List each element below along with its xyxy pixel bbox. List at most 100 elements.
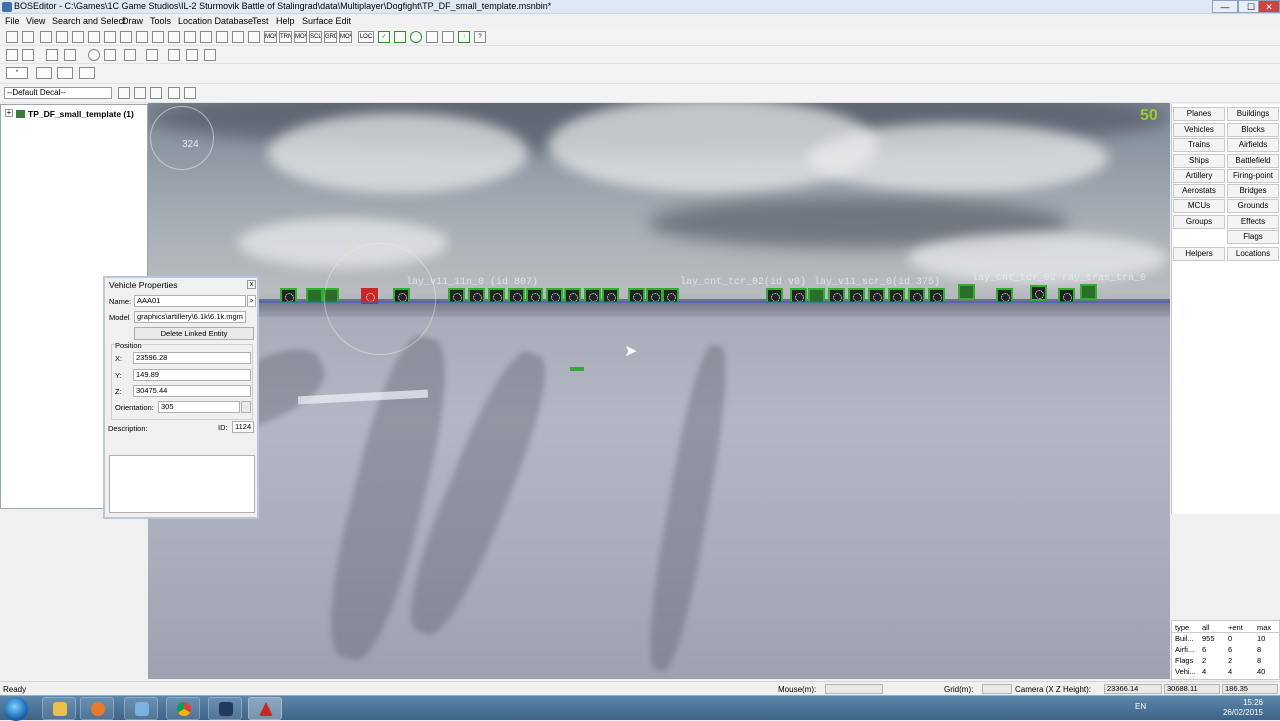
forward-icon[interactable]: [79, 67, 95, 79]
artillery-button[interactable]: Artillery: [1173, 169, 1225, 183]
paste-icon[interactable]: [40, 31, 52, 43]
help-icon[interactable]: ?: [474, 31, 486, 43]
plus-icon[interactable]: [146, 49, 158, 61]
flag-icon[interactable]: [200, 31, 212, 43]
flags-button[interactable]: Flags: [1227, 230, 1279, 244]
brush-alt-icon[interactable]: [186, 49, 198, 61]
building-icon[interactable]: [958, 284, 975, 300]
move-z-tool-icon[interactable]: MOV: [294, 31, 307, 43]
helpers-button[interactable]: Helpers: [1173, 247, 1225, 261]
effects-button[interactable]: Effects: [1227, 215, 1279, 229]
image-icon[interactable]: [46, 49, 58, 61]
airfields-button[interactable]: Airfields: [1227, 138, 1279, 152]
building-icon[interactable]: [1080, 284, 1097, 300]
menu-draw[interactable]: Draw: [122, 16, 143, 26]
menu-search-select[interactable]: Search and Select: [52, 16, 126, 26]
cut-icon[interactable]: [6, 31, 18, 43]
photoshop-taskbar-button[interactable]: [208, 697, 242, 720]
copy-icon[interactable]: [22, 31, 34, 43]
delete-linked-entity-button[interactable]: Delete Linked Entity: [134, 327, 254, 340]
node-icon[interactable]: [6, 49, 18, 61]
trains-button[interactable]: Trains: [1173, 138, 1225, 152]
arrow-up-icon[interactable]: ↑: [458, 31, 470, 43]
select-icon[interactable]: [120, 31, 132, 43]
media-taskbar-button[interactable]: [80, 697, 114, 720]
grid-icon[interactable]: [136, 31, 148, 43]
language-indicator[interactable]: EN: [1135, 702, 1146, 711]
battlefield-button[interactable]: Battlefield: [1227, 154, 1279, 168]
balance-icon[interactable]: [442, 31, 454, 43]
y-field[interactable]: 149.89: [133, 369, 251, 381]
location-tool-icon[interactable]: LOC: [358, 31, 374, 43]
wrench-icon[interactable]: [22, 49, 34, 61]
vehicle-marker[interactable]: [570, 367, 584, 371]
brush-icon[interactable]: [168, 49, 180, 61]
move-all-tool-icon[interactable]: MOV: [339, 31, 352, 43]
dot-icon[interactable]: [410, 31, 422, 43]
menu-location-database[interactable]: Location Database: [178, 16, 253, 26]
download-icon[interactable]: [56, 31, 68, 43]
menu-view[interactable]: View: [26, 16, 45, 26]
decal-select[interactable]: --Default Decal--: [4, 87, 112, 99]
ground-tool-icon[interactable]: GRD: [324, 31, 337, 43]
menu-tools[interactable]: Tools: [150, 16, 171, 26]
start-button[interactable]: [4, 697, 28, 721]
system-clock[interactable]: 15:26 26/02/2015: [1213, 698, 1263, 718]
z-field[interactable]: 30475.44: [133, 385, 251, 397]
mcus-button[interactable]: MCUs: [1173, 199, 1225, 213]
buildings-button[interactable]: Buildings: [1227, 107, 1279, 121]
asterisk-icon[interactable]: *: [6, 67, 28, 79]
tree-root[interactable]: TP_DF_small_template (1): [28, 109, 134, 119]
x-field[interactable]: 23596.28: [133, 352, 251, 364]
app-taskbar-button[interactable]: [124, 697, 158, 720]
frame-icon[interactable]: [152, 31, 164, 43]
menu-test[interactable]: Test: [252, 16, 269, 26]
circle-icon[interactable]: [88, 49, 100, 61]
font-icon[interactable]: [72, 31, 84, 43]
close-button[interactable]: ✕: [1258, 0, 1280, 13]
stack-icon[interactable]: [150, 87, 162, 99]
chrome-taskbar-button[interactable]: [166, 697, 200, 720]
scale-tool-icon[interactable]: SCL: [309, 31, 322, 43]
model-field[interactable]: graphics\artillery\6.1k\6.1k.mgm: [134, 311, 246, 323]
vehicles-button[interactable]: Vehicles: [1173, 123, 1225, 137]
close-small-icon[interactable]: [204, 49, 216, 61]
link-icon[interactable]: [168, 31, 180, 43]
turn-tool-icon[interactable]: TRN: [279, 31, 292, 43]
panel-close-button[interactable]: x: [247, 280, 256, 289]
menu-help[interactable]: Help: [276, 16, 295, 26]
planes-button[interactable]: Planes: [1173, 107, 1225, 121]
grid-view-icon[interactable]: [118, 87, 130, 99]
check-icon[interactable]: ✓: [378, 31, 390, 43]
menu-surface-edit[interactable]: Surface Edit: [302, 16, 351, 26]
vehicle-icon[interactable]: [1030, 285, 1047, 301]
bridges-button[interactable]: Bridges: [1227, 184, 1279, 198]
name-field[interactable]: AAA01: [134, 295, 246, 307]
description-textarea[interactable]: [109, 455, 255, 513]
palette-icon[interactable]: [134, 87, 146, 99]
level-icon[interactable]: [426, 31, 438, 43]
back-icon[interactable]: [36, 67, 52, 79]
name-pick-button[interactable]: >: [247, 295, 256, 307]
all-icon[interactable]: [57, 67, 73, 79]
expand-icon[interactable]: +: [5, 109, 13, 117]
pointer-icon[interactable]: [184, 31, 196, 43]
target-icon[interactable]: [104, 49, 116, 61]
aerostats-button[interactable]: Aerostats: [1173, 184, 1225, 198]
orientation-field[interactable]: 305: [158, 401, 240, 413]
align-icon[interactable]: [104, 31, 116, 43]
move-tool-icon[interactable]: MOV: [264, 31, 277, 43]
square-icon[interactable]: [124, 49, 136, 61]
mail-icon[interactable]: [394, 31, 406, 43]
firing-point-button[interactable]: Firing-point: [1227, 169, 1279, 183]
picture-icon[interactable]: [64, 49, 76, 61]
orientation-spinner[interactable]: [241, 401, 251, 413]
boseditor-taskbar-button[interactable]: [248, 697, 282, 720]
locations-button[interactable]: Locations: [1227, 247, 1279, 261]
blocks-button[interactable]: Blocks: [1227, 123, 1279, 137]
grounds-button[interactable]: Grounds: [1227, 199, 1279, 213]
layer-icon[interactable]: [232, 31, 244, 43]
group-icon[interactable]: [88, 31, 100, 43]
menu-file[interactable]: File: [5, 16, 20, 26]
filter-icon[interactable]: [216, 31, 228, 43]
